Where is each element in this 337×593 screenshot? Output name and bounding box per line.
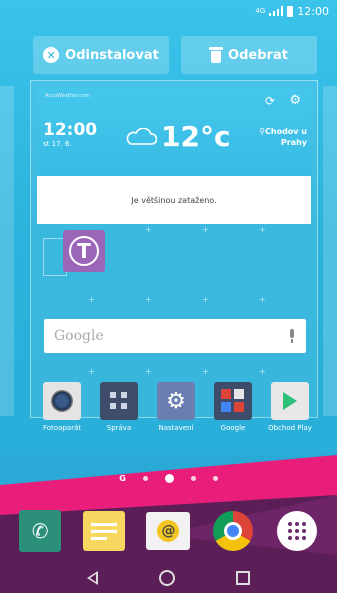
grid-marker: + [145,367,152,376]
messaging-icon [100,382,138,420]
app-camera[interactable]: Fotoaparát [34,382,90,432]
google-logo: Google [54,328,104,344]
grid-marker: + [202,225,209,234]
email-icon: @ [146,512,191,550]
remove-label: Odebrat [228,47,288,63]
trash-icon [209,47,224,63]
page-dot-active[interactable] [164,474,174,483]
weather-widget-top: AccuWeather.com ⟳ ⚙ 12:00 st 17. 6. 12°c… [37,88,311,176]
gear-icon[interactable]: ⚙ [289,93,301,108]
location-line-2: Prahy [280,138,307,147]
battery-icon [287,5,294,17]
grid-marker: + [202,295,209,304]
page-dot[interactable] [190,476,196,481]
dock-phone[interactable]: ✆ [18,509,62,553]
weather-widget[interactable]: AccuWeather.com ⟳ ⚙ 12:00 st 17. 6. 12°c… [37,88,311,224]
refresh-icon[interactable]: ⟳ [265,94,275,108]
grid-marker: + [202,367,209,376]
app-label: Obchod Play [268,424,312,432]
widget-time: 12:00 [43,120,98,140]
grid-marker: + [145,225,152,234]
grid-marker: + [145,295,152,304]
dock-email[interactable]: @ [146,509,191,553]
status-bar: 4G 12:00 [0,0,337,22]
page-indicator[interactable]: G [0,474,337,483]
phone-icon: ✆ [19,510,62,552]
settings-icon: ⚙ [157,382,195,420]
memo-icon [83,511,126,551]
app-settings[interactable]: ⚙ Nastavení [148,382,204,432]
grid-marker: + [88,367,95,376]
edit-actions: ✕ Odinstalovat Odebrat [33,36,317,74]
page-dot[interactable] [212,476,218,481]
microphone-icon[interactable] [288,329,296,343]
weather-source: AccuWeather.com [45,93,90,99]
app-play-store[interactable]: Obchod Play [262,382,318,432]
network-icon: 4G [255,7,266,15]
grid-marker: + [259,367,266,376]
app-row: Fotoaparát Správa ⚙ Nastavení Google Obc… [34,382,318,432]
grid-marker: + [259,295,266,304]
home-screen-edit-mode: 4G 12:00 ✕ Odinstalovat Odebrat AccuWeat… [0,0,337,593]
weather-description: Je většinou zataženo. [37,176,311,224]
google-folder-icon [214,382,252,420]
dock-app-drawer[interactable] [275,509,319,553]
cloud-icon [126,128,157,145]
page-dot[interactable] [142,476,148,481]
tmobile-app-icon[interactable]: T [63,230,105,272]
app-messaging[interactable]: Správa [91,382,147,432]
camera-icon [43,382,81,420]
play-store-icon [271,382,309,420]
back-icon[interactable] [86,570,98,585]
tmobile-logo-icon: T [69,236,99,266]
recent-apps-icon[interactable] [236,570,251,585]
temperature: 12°c [161,120,231,153]
close-icon: ✕ [43,47,60,63]
widget-date: st 17. 6. [43,140,72,148]
grid-marker: + [259,225,266,234]
app-label: Správa [106,424,132,432]
app-label: Google [220,424,246,432]
location-line-1: Chodov u [265,127,307,136]
remove-button[interactable]: Odebrat [181,36,317,74]
uninstall-button[interactable]: ✕ Odinstalovat [33,36,169,74]
grid-marker: + [88,295,95,304]
navigation-bar [0,562,337,593]
app-label: Fotoaparát [42,424,82,432]
app-label: Nastavení [158,424,194,432]
dock-memo[interactable] [82,509,126,553]
previous-page-preview[interactable] [0,86,14,416]
app-google-folder[interactable]: Google [205,382,261,432]
app-drawer-icon [276,511,317,551]
home-icon[interactable] [158,569,175,586]
dock-chrome[interactable] [211,509,255,553]
location: ⚲Chodov u Prahy [259,126,307,148]
status-time: 12:00 [297,4,329,18]
next-page-preview[interactable] [323,86,337,416]
chrome-icon [212,511,253,551]
dock: ✆ @ [0,500,337,562]
google-search-bar[interactable]: Google [44,319,306,353]
uninstall-label: Odinstalovat [65,47,159,63]
signal-icon [269,6,284,16]
search-page-indicator[interactable]: G [119,474,126,483]
